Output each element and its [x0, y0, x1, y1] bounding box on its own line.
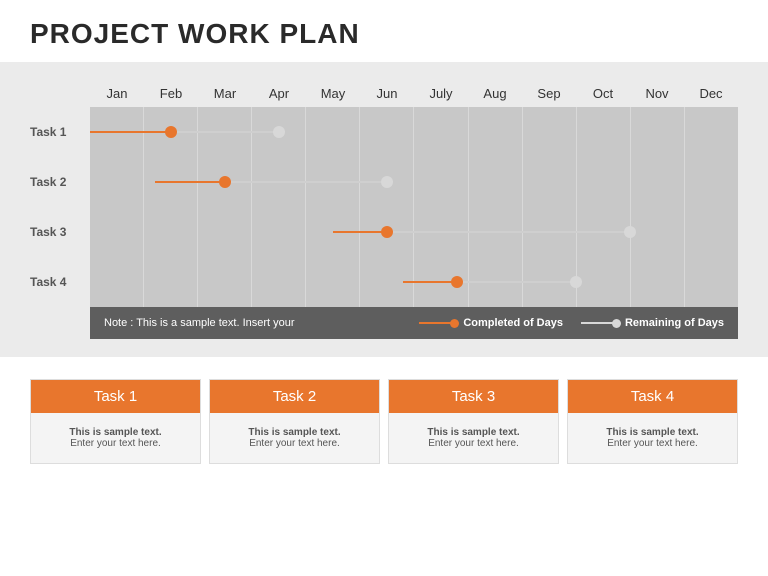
remaining-dot-icon: [624, 226, 636, 238]
task-card: Task 1This is sample text.Enter your tex…: [30, 379, 201, 464]
completed-dot-icon: [165, 126, 177, 138]
gantt-chart: JanFebMarAprMayJunJulyAugSepOctNovDec Ta…: [0, 62, 768, 357]
month-label: Jun: [360, 80, 414, 107]
completed-dot-icon: [219, 176, 231, 188]
card-header: Task 4: [568, 380, 737, 413]
task-row: Task 3: [30, 207, 738, 257]
month-label: Sep: [522, 80, 576, 107]
completed-dot-icon: [451, 276, 463, 288]
task-card: Task 3This is sample text.Enter your tex…: [388, 379, 559, 464]
card-header: Task 2: [210, 380, 379, 413]
card-header: Task 3: [389, 380, 558, 413]
card-body: This is sample text.Enter your text here…: [210, 413, 379, 463]
legend-completed: Completed of Days: [419, 317, 563, 329]
month-label: Dec: [684, 80, 738, 107]
card-body: This is sample text.Enter your text here…: [389, 413, 558, 463]
month-label: July: [414, 80, 468, 107]
month-label: May: [306, 80, 360, 107]
card-header: Task 1: [31, 380, 200, 413]
remaining-dot-icon: [273, 126, 285, 138]
page-title: PROJECT WORK PLAN: [0, 0, 768, 62]
remaining-dot-icon: [381, 176, 393, 188]
task-label: Task 4: [30, 275, 90, 289]
timeline-area: Task 1Task 2Task 3Task 4: [90, 107, 738, 307]
task-card: Task 4This is sample text.Enter your tex…: [567, 379, 738, 464]
chart-legend: Note : This is a sample text. Insert you…: [90, 307, 738, 339]
month-label: Oct: [576, 80, 630, 107]
month-label: Feb: [144, 80, 198, 107]
task-label: Task 1: [30, 125, 90, 139]
remaining-dot-icon: [570, 276, 582, 288]
legend-note: Note : This is a sample text. Insert you…: [104, 317, 401, 329]
month-label: Aug: [468, 80, 522, 107]
task-label: Task 2: [30, 175, 90, 189]
task-row: Task 4: [30, 257, 738, 307]
completed-dot-icon: [381, 226, 393, 238]
legend-remaining: Remaining of Days: [581, 317, 724, 329]
month-label: Apr: [252, 80, 306, 107]
month-label: Mar: [198, 80, 252, 107]
task-card: Task 2This is sample text.Enter your tex…: [209, 379, 380, 464]
task-row: Task 2: [30, 157, 738, 207]
card-body: This is sample text.Enter your text here…: [568, 413, 737, 463]
task-cards: Task 1This is sample text.Enter your tex…: [0, 357, 768, 482]
month-label: Nov: [630, 80, 684, 107]
task-row: Task 1: [30, 107, 738, 157]
task-label: Task 3: [30, 225, 90, 239]
card-body: This is sample text.Enter your text here…: [31, 413, 200, 463]
month-label: Jan: [90, 80, 144, 107]
month-axis: JanFebMarAprMayJunJulyAugSepOctNovDec: [90, 80, 738, 107]
